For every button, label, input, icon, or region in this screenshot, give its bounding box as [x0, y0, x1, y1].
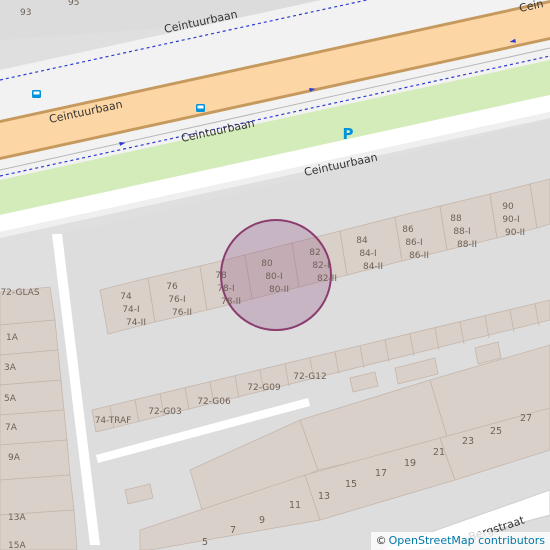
house-number: 80: [261, 259, 273, 269]
map-canvas[interactable]: Cein Ceintuurbaan Ceintuurbaan Ceintuurb…: [0, 0, 550, 550]
house-number: 78: [215, 271, 227, 281]
house-number: 88: [450, 214, 462, 224]
house-number: 23: [462, 436, 474, 447]
house-number-93: 93: [20, 8, 31, 18]
house-number: 9A: [8, 453, 21, 463]
house-number: 11: [289, 500, 301, 511]
garage-label: 74-TRAF: [95, 416, 132, 426]
house-number: 86-II: [409, 251, 429, 261]
house-number: 76: [166, 282, 178, 292]
bus-stop-icon-2[interactable]: [196, 104, 205, 112]
house-number: 13A: [8, 513, 26, 523]
attribution-link[interactable]: OpenStreetMap contributors: [389, 534, 545, 547]
house-number: 17: [375, 468, 387, 479]
house-number: 84-II: [363, 262, 383, 272]
house-number: 78-I: [217, 284, 234, 294]
house-number: 19: [404, 458, 416, 469]
house-number: 80-II: [269, 285, 289, 295]
house-number: 74-I: [122, 305, 139, 315]
garage-label: 72-G09: [247, 383, 281, 393]
house-number: 82-II: [317, 274, 337, 284]
house-number-95: 95: [68, 0, 79, 8]
house-number: 74: [120, 292, 132, 302]
bus-stop-icon[interactable]: [32, 90, 41, 98]
house-number: 88-II: [457, 240, 477, 250]
house-number: 76-I: [168, 295, 185, 305]
house-number: 5A: [4, 394, 17, 404]
house-number: 7A: [5, 423, 18, 433]
garage-label: 72-G12: [293, 372, 326, 382]
house-number: 13: [318, 491, 330, 502]
house-number: 15: [345, 479, 357, 490]
house-number: 90: [502, 202, 514, 212]
garage-label: 72-G03: [148, 407, 181, 417]
house-number: 84: [356, 236, 368, 246]
house-number: 88-I: [453, 227, 470, 237]
house-number: 27: [520, 413, 532, 424]
house-number: 82-I: [312, 261, 329, 271]
copyright-symbol: ©: [375, 534, 387, 547]
house-number: 1A: [6, 333, 19, 343]
house-number: 3A: [4, 363, 17, 373]
house-number: 90-II: [505, 228, 525, 238]
house-number: 5: [202, 537, 208, 548]
house-number: 74-II: [126, 318, 146, 328]
house-number: 82: [309, 248, 320, 258]
house-number: 9: [259, 515, 265, 526]
house-number: 15A: [8, 541, 26, 550]
house-number: 80-I: [265, 272, 282, 282]
house-number: 86-I: [405, 238, 422, 248]
house-number: 90-I: [502, 215, 519, 225]
house-number: 86: [402, 225, 414, 235]
parking-icon[interactable]: P: [343, 125, 354, 143]
house-number: 7: [230, 525, 236, 536]
house-number: 76-II: [172, 308, 192, 318]
house-number: 72-GLAS: [0, 288, 39, 298]
house-number: 84-I: [359, 249, 376, 259]
house-number: 25: [490, 426, 502, 437]
house-number: 21: [433, 447, 445, 458]
garage-label: 72-G06: [197, 397, 231, 407]
house-number: 78-II: [221, 297, 241, 307]
attribution: © OpenStreetMap contributors: [370, 532, 550, 550]
